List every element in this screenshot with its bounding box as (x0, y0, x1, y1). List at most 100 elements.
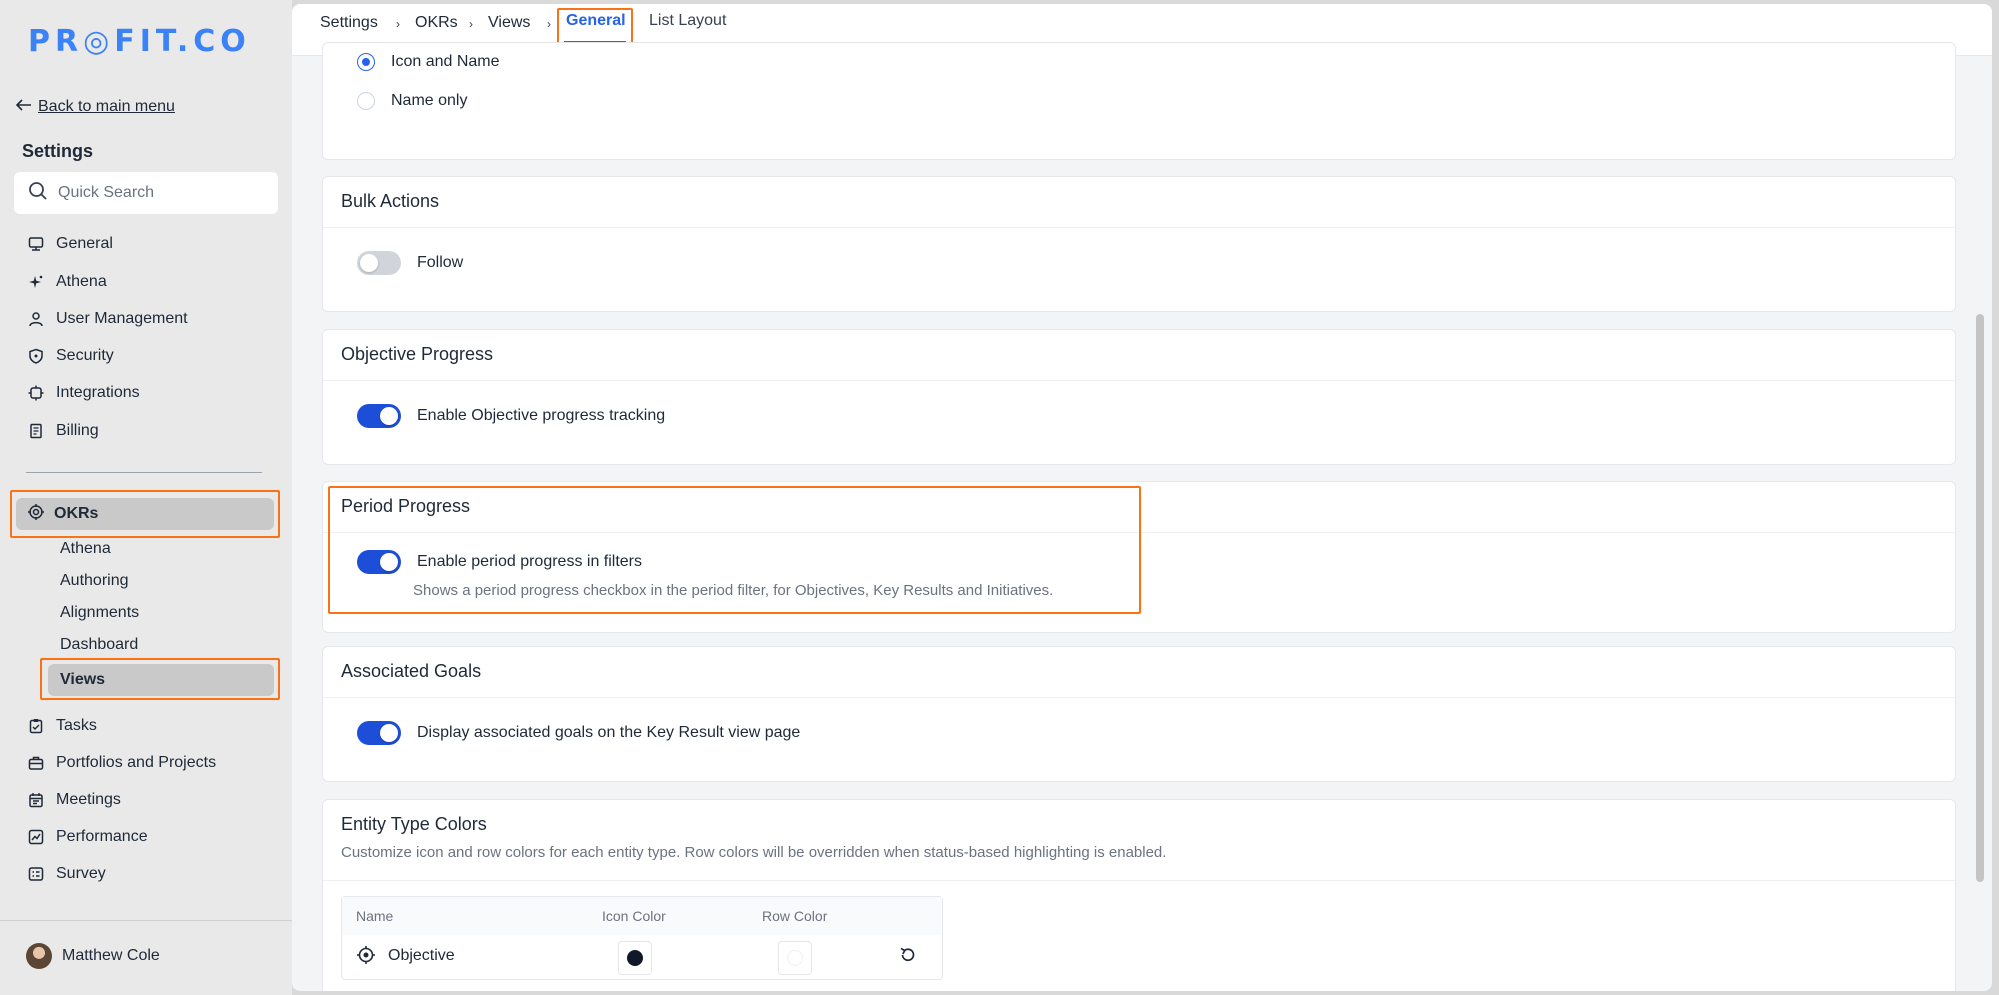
card-divider (323, 380, 1955, 381)
sidebar-item-label: General (56, 235, 113, 252)
associated-goals-card: Associated Goals Display associated goal… (322, 646, 1956, 782)
objective-target-icon (356, 945, 376, 970)
sidebar-subitem-dashboard[interactable]: Dashboard (60, 636, 138, 654)
period-progress-description: Shows a period progress checkbox in the … (413, 582, 1054, 599)
sidebar-item-athena[interactable]: Athena (26, 268, 107, 296)
sidebar-item-label: Security (56, 347, 114, 364)
entity-type-colors-card: Entity Type Colors Customize icon and ro… (322, 799, 1956, 991)
shield-icon (26, 346, 46, 366)
column-header-name: Name (356, 908, 394, 924)
card-divider (323, 880, 1955, 881)
breadcrumb-views[interactable]: Views (488, 14, 530, 32)
column-header-icon-color: Icon Color (602, 908, 666, 924)
sidebar-item-label: Integrations (56, 384, 140, 401)
sidebar-item-general[interactable]: General (26, 230, 113, 258)
reset-icon[interactable] (898, 945, 918, 970)
radio-row-name-only[interactable]: Name only (357, 92, 467, 110)
quick-search-box[interactable] (14, 172, 278, 214)
sidebar-item-portfolios[interactable]: Portfolios and Projects (26, 749, 216, 777)
sidebar-item-integrations[interactable]: Integrations (26, 379, 140, 407)
row-color-dot (787, 950, 803, 966)
sidebar-item-performance[interactable]: Performance (26, 823, 148, 851)
arrow-left-icon (15, 98, 32, 116)
card-title: Associated Goals (341, 661, 482, 681)
sidebar-item-label: Portfolios and Projects (56, 754, 217, 771)
entity-colors-table: Name Icon Color Row Color Objective (341, 896, 943, 980)
back-to-main-menu-link[interactable]: Back to main menu (15, 98, 175, 116)
objective-progress-card: Objective Progress Enable Objective prog… (322, 329, 1956, 465)
toggle-label: Display associated goals on the Key Resu… (417, 724, 801, 741)
card-divider (323, 697, 1955, 698)
follow-toggle[interactable] (357, 251, 401, 275)
follow-toggle-row: Follow (357, 251, 463, 275)
search-icon (28, 181, 48, 206)
sidebar-item-label: Meetings (56, 791, 121, 808)
radio-row-icon-and-name[interactable]: Icon and Name (357, 53, 500, 71)
sidebar-subitem-authoring[interactable]: Authoring (60, 572, 129, 590)
target-icon (28, 503, 44, 525)
tab-general[interactable]: General (566, 12, 626, 30)
user-name: Matthew Cole (62, 947, 160, 964)
sidebar-item-tasks[interactable]: Tasks (26, 712, 97, 740)
period-progress-toggle[interactable] (357, 550, 401, 574)
card-divider (323, 532, 1955, 533)
user-profile[interactable]: Matthew Cole (26, 943, 160, 969)
sidebar-item-survey[interactable]: Survey (26, 860, 106, 888)
table-row: Objective (342, 935, 942, 979)
sidebar-divider (26, 472, 262, 473)
quick-search-input[interactable] (58, 184, 258, 202)
sidebar-item-label: Survey (56, 865, 106, 882)
sparkle-icon (26, 272, 46, 292)
sidebar-item-meetings[interactable]: Meetings (26, 786, 121, 814)
card-title: Objective Progress (341, 344, 494, 364)
breadcrumb-okrs[interactable]: OKRs (415, 14, 458, 32)
main-panel: Settings › OKRs › Views › General List L… (292, 4, 1992, 991)
sidebar-item-label: User Management (56, 310, 188, 327)
icon-color-swatch[interactable] (618, 941, 652, 975)
display-options-card: Icon and Name Name only (322, 42, 1956, 160)
sidebar-subitem-alignments[interactable]: Alignments (60, 604, 139, 622)
objective-progress-toggle[interactable] (357, 404, 401, 428)
sidebar-subitem-views[interactable]: Views (48, 664, 274, 696)
sidebar-item-user-management[interactable]: User Management (26, 305, 188, 333)
sidebar-item-label: Billing (56, 422, 99, 439)
card-divider (323, 227, 1955, 228)
radio-name-only[interactable] (357, 92, 375, 110)
breadcrumb-separator: › (469, 17, 473, 31)
sidebar-item-billing[interactable]: Billing (26, 417, 99, 445)
sidebar-item-label: Tasks (56, 717, 97, 734)
associated-goals-toggle[interactable] (357, 721, 401, 745)
breadcrumb-separator: › (547, 17, 551, 31)
user-icon (26, 309, 46, 329)
briefcase-icon (26, 753, 46, 773)
back-link-label: Back to main menu (38, 98, 175, 115)
radio-icon-and-name[interactable] (357, 53, 375, 71)
vertical-scrollbar[interactable] (1976, 314, 1984, 882)
user-divider (0, 920, 292, 921)
tab-list-layout[interactable]: List Layout (649, 12, 726, 30)
sidebar-item-label: OKRs (54, 505, 99, 522)
sidebar-subitem-athena[interactable]: Athena (60, 540, 111, 558)
bulk-actions-card: Bulk Actions Follow (322, 176, 1956, 312)
associated-goals-toggle-row: Display associated goals on the Key Resu… (357, 721, 800, 745)
row-color-swatch[interactable] (778, 941, 812, 975)
card-title: Bulk Actions (341, 191, 440, 211)
objective-progress-toggle-row: Enable Objective progress tracking (357, 404, 665, 428)
sidebar-item-okrs[interactable]: OKRs (16, 498, 274, 530)
sidebar-item-label: Athena (56, 273, 107, 290)
plug-icon (26, 383, 46, 403)
sidebar-item-label: Performance (56, 828, 148, 845)
entity-colors-description: Customize icon and row colors for each e… (341, 844, 1167, 861)
sidebar-item-security[interactable]: Security (26, 342, 114, 370)
breadcrumb-settings[interactable]: Settings (320, 14, 378, 32)
entity-name: Objective (388, 947, 455, 964)
breadcrumb-separator: › (396, 17, 400, 31)
profit-co-logo[interactable]: PR◎FIT.CO (28, 24, 251, 59)
sidebar: PR◎FIT.CO Back to main menu Settings Gen… (0, 0, 292, 995)
avatar (26, 943, 52, 969)
table-header: Name Icon Color Row Color (342, 897, 942, 935)
receipt-icon (26, 421, 46, 441)
icon-color-dot (627, 950, 643, 966)
column-header-row-color: Row Color (762, 908, 828, 924)
card-title: Period Progress (341, 496, 471, 516)
